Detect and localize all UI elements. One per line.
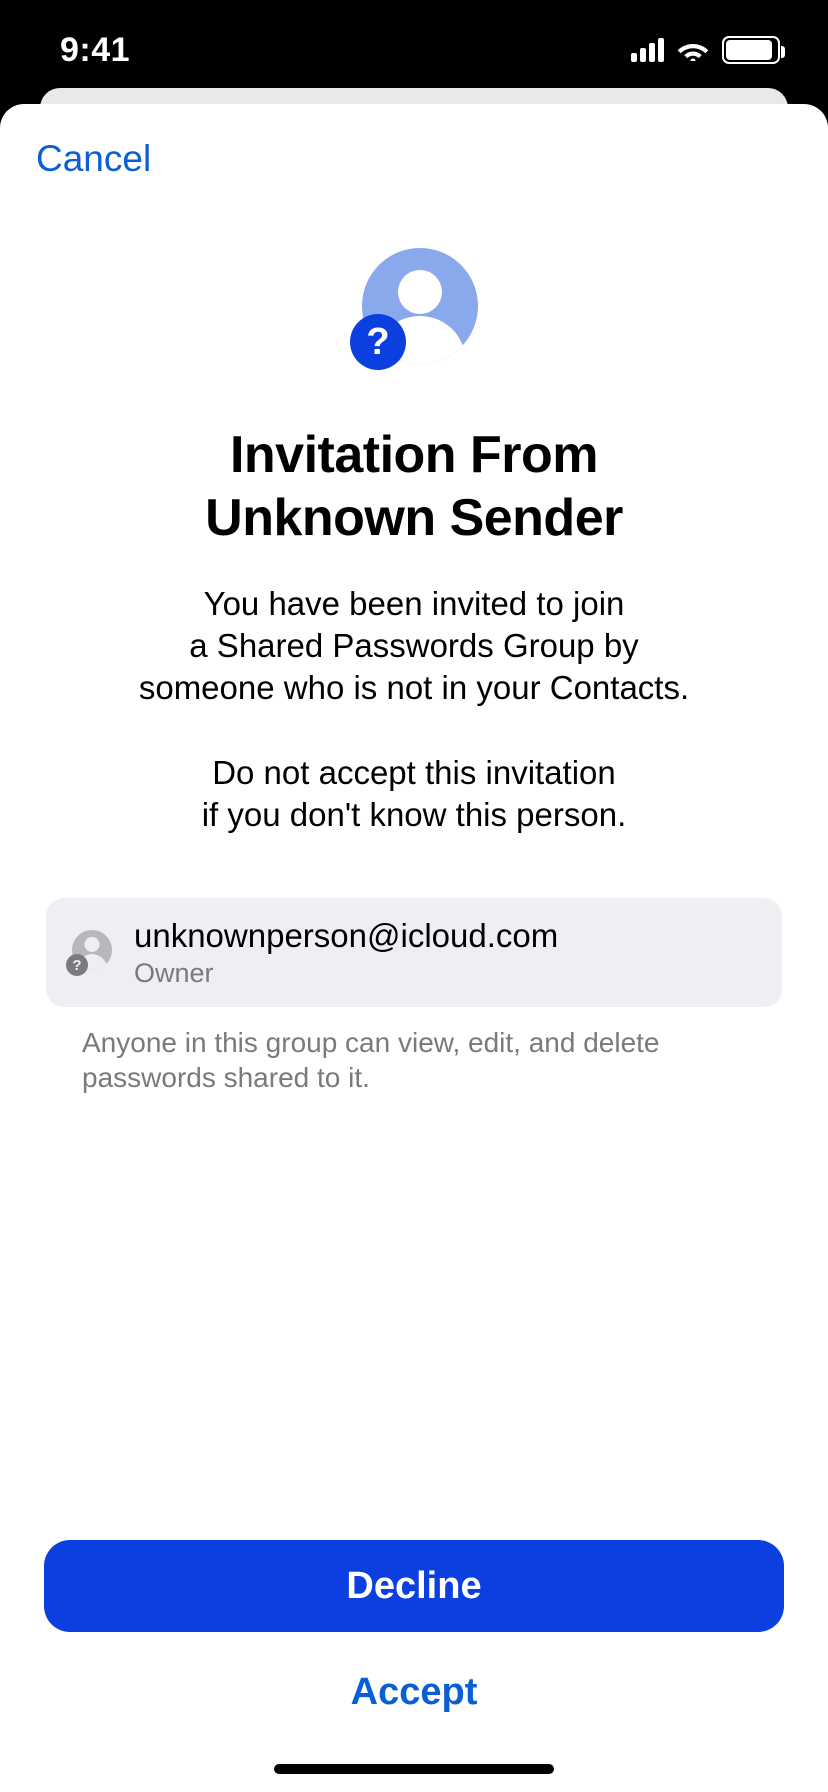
cellular-icon bbox=[631, 38, 664, 62]
phone-frame: 9:41 Cancel ? Invitation From Unknown Se… bbox=[0, 0, 828, 1792]
desc-line: if you don't know this person. bbox=[202, 796, 627, 833]
desc-line: You have been invited to join bbox=[204, 585, 625, 622]
sheet-header: Cancel bbox=[0, 104, 828, 180]
unknown-person-small-icon: ? bbox=[68, 930, 112, 974]
home-indicator[interactable] bbox=[274, 1764, 554, 1774]
sheet-description: You have been invited to join a Shared P… bbox=[79, 583, 749, 836]
wifi-icon bbox=[676, 38, 710, 62]
status-time: 9:41 bbox=[60, 31, 130, 70]
desc-line: Do not accept this invitation bbox=[212, 754, 616, 791]
sender-card: ? unknownperson@icloud.com Owner bbox=[46, 898, 782, 1007]
desc-line: a Shared Passwords Group by bbox=[189, 627, 638, 664]
decline-button[interactable]: Decline bbox=[44, 1540, 784, 1632]
status-icons bbox=[631, 36, 780, 64]
title-line: Invitation From bbox=[230, 426, 598, 484]
sender-role: Owner bbox=[134, 958, 558, 989]
sheet-title: Invitation From Unknown Sender bbox=[205, 424, 623, 551]
title-line: Unknown Sender bbox=[205, 489, 623, 547]
sheet-actions: Decline Accept bbox=[0, 1540, 828, 1792]
unknown-person-icon: ? bbox=[354, 248, 474, 368]
battery-icon bbox=[722, 36, 780, 64]
cancel-button[interactable]: Cancel bbox=[36, 138, 151, 180]
group-permissions-note: Anyone in this group can view, edit, and… bbox=[82, 1025, 768, 1097]
status-bar: 9:41 bbox=[0, 0, 828, 100]
question-badge-icon: ? bbox=[350, 314, 406, 370]
accept-button[interactable]: Accept bbox=[44, 1662, 784, 1722]
desc-line: someone who is not in your Contacts. bbox=[139, 669, 689, 706]
modal-sheet: Cancel ? Invitation From Unknown Sender … bbox=[0, 104, 828, 1792]
sender-email: unknownperson@icloud.com bbox=[134, 916, 558, 956]
sheet-content: ? Invitation From Unknown Sender You hav… bbox=[0, 180, 828, 836]
question-badge-small-icon: ? bbox=[66, 954, 88, 976]
